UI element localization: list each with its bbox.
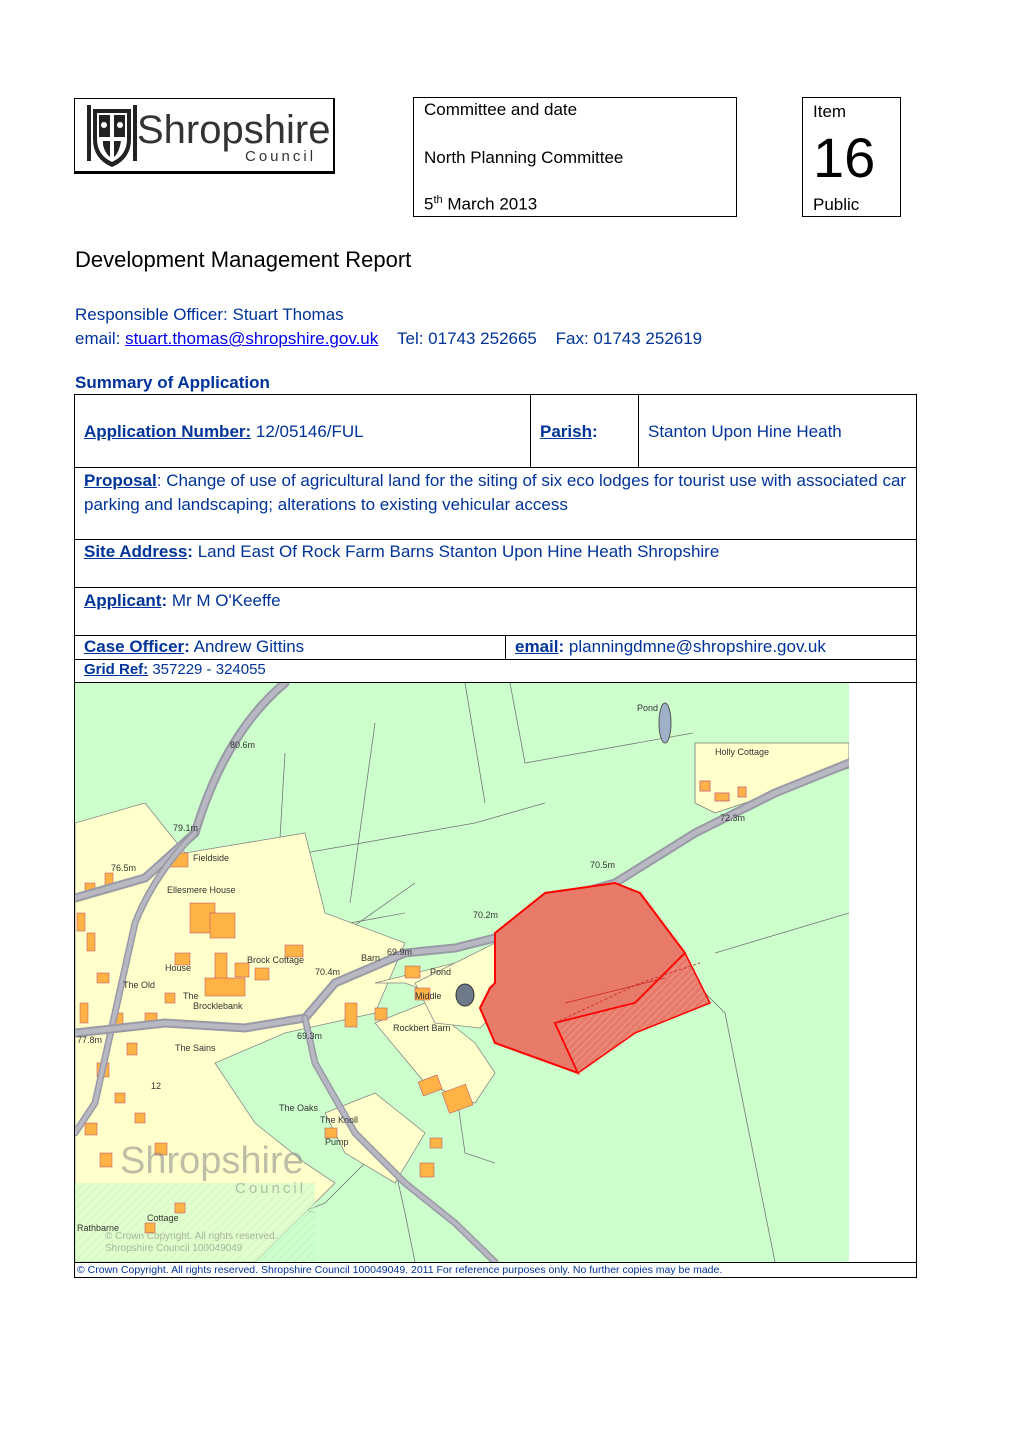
svg-text:76.5m: 76.5m <box>111 863 136 873</box>
pond-top <box>658 702 672 744</box>
svg-text:© Crown Copyright. All rights: © Crown Copyright. All rights reserved. <box>105 1231 277 1242</box>
item-label: Item <box>813 102 847 121</box>
summary-table: Application Number: 12/05146/FUL Parish:… <box>74 394 917 1278</box>
svg-text:Pond: Pond <box>430 967 451 977</box>
svg-text:Holly Cottage: Holly Cottage <box>715 747 769 757</box>
site-location-map: Pond 80.6m Holly Cottage 72.3m 79.1m Fie… <box>75 683 849 1262</box>
page-title: Development Management Report <box>75 247 412 272</box>
svg-text:12: 12 <box>151 1081 161 1091</box>
svg-text:The Old: The Old <box>123 980 155 990</box>
svg-text:Cottage: Cottage <box>147 1213 179 1223</box>
pond-middle <box>455 983 475 1007</box>
responsible-officer: Responsible Officer: Stuart Thomas email… <box>75 303 702 351</box>
officer-contact: email: stuart.thomas@shropshire.gov.uk T… <box>75 329 703 348</box>
item-number: 16 <box>813 126 876 189</box>
application-number: Application Number: 12/05146/FUL <box>84 422 364 441</box>
svg-text:Shropshire Council 100049049: Shropshire Council 100049049 <box>105 1243 243 1254</box>
svg-text:77.8m: 77.8m <box>77 1035 102 1045</box>
svg-text:69.9m: 69.9m <box>387 947 412 957</box>
crest-icon <box>87 105 137 167</box>
svg-text:The Oaks: The Oaks <box>279 1103 319 1113</box>
applicant: Applicant: Mr M O'Keeffe <box>84 591 281 610</box>
svg-text:House: House <box>165 963 191 973</box>
svg-text:69.3m: 69.3m <box>297 1031 322 1041</box>
svg-text:Council: Council <box>235 1180 306 1197</box>
svg-text:80.6m: 80.6m <box>230 740 255 750</box>
logo-subtitle: Council <box>245 148 316 165</box>
svg-text:Rockbert Barn: Rockbert Barn <box>393 1023 451 1033</box>
item-box: Item 16 Public <box>802 97 901 217</box>
svg-text:Shropshire: Shropshire <box>120 1140 304 1182</box>
grid-ref: Grid Ref: 357229 - 324055 <box>84 661 266 678</box>
committee-name: North Planning Committee <box>424 148 624 167</box>
shropshire-council-logo: Shropshire Council <box>74 98 335 174</box>
svg-text:70.2m: 70.2m <box>473 910 498 920</box>
case-officer-email: email: planningdmne@shropshire.gov.uk <box>515 637 826 656</box>
svg-text:Pond: Pond <box>637 703 658 713</box>
svg-text:Ellesmere House: Ellesmere House <box>167 885 236 895</box>
svg-text:Fieldside: Fieldside <box>193 853 229 863</box>
item-status: Public <box>813 195 860 214</box>
svg-text:Barn: Barn <box>361 953 380 963</box>
logo-wordmark: Shropshire <box>137 108 330 152</box>
site-address: Site Address: Land East Of Rock Farm Bar… <box>84 542 720 561</box>
svg-text:Brocklebank: Brocklebank <box>193 1001 243 1011</box>
proposal: Proposal: Change of use of agricultural … <box>84 471 907 514</box>
svg-text:Brock Cottage: Brock Cottage <box>247 955 304 965</box>
officer-fax: Fax: 01743 252619 <box>555 329 703 348</box>
svg-text:The: The <box>183 991 199 1001</box>
svg-text:Middle: Middle <box>415 991 442 1001</box>
officer-tel: Tel: 01743 252665 <box>396 329 537 348</box>
parish-value: Stanton Upon Hine Heath <box>648 422 842 441</box>
officer-line: Responsible Officer: Stuart Thomas <box>75 305 344 324</box>
svg-text:72.3m: 72.3m <box>720 813 745 823</box>
committee-heading: Committee and date <box>424 100 578 119</box>
committee-date: 5th March 2013 <box>424 194 538 214</box>
svg-text:Pump: Pump <box>325 1137 349 1147</box>
officer-email-link[interactable]: stuart.thomas@shropshire.gov.uk <box>125 329 378 348</box>
svg-text:70.4m: 70.4m <box>315 967 340 977</box>
parish-label: Parish: <box>540 422 598 441</box>
svg-text:The Knoll: The Knoll <box>320 1115 358 1125</box>
svg-text:The Sains: The Sains <box>175 1043 216 1053</box>
svg-text:79.1m: 79.1m <box>173 823 198 833</box>
summary-heading: Summary of Application <box>75 373 270 392</box>
committee-box: Committee and date North Planning Commit… <box>413 97 737 217</box>
svg-text:70.5m: 70.5m <box>590 860 615 870</box>
map-copyright: © Crown Copyright. All rights reserved. … <box>77 1264 723 1276</box>
case-officer: Case Officer: Andrew Gittins <box>84 637 305 656</box>
